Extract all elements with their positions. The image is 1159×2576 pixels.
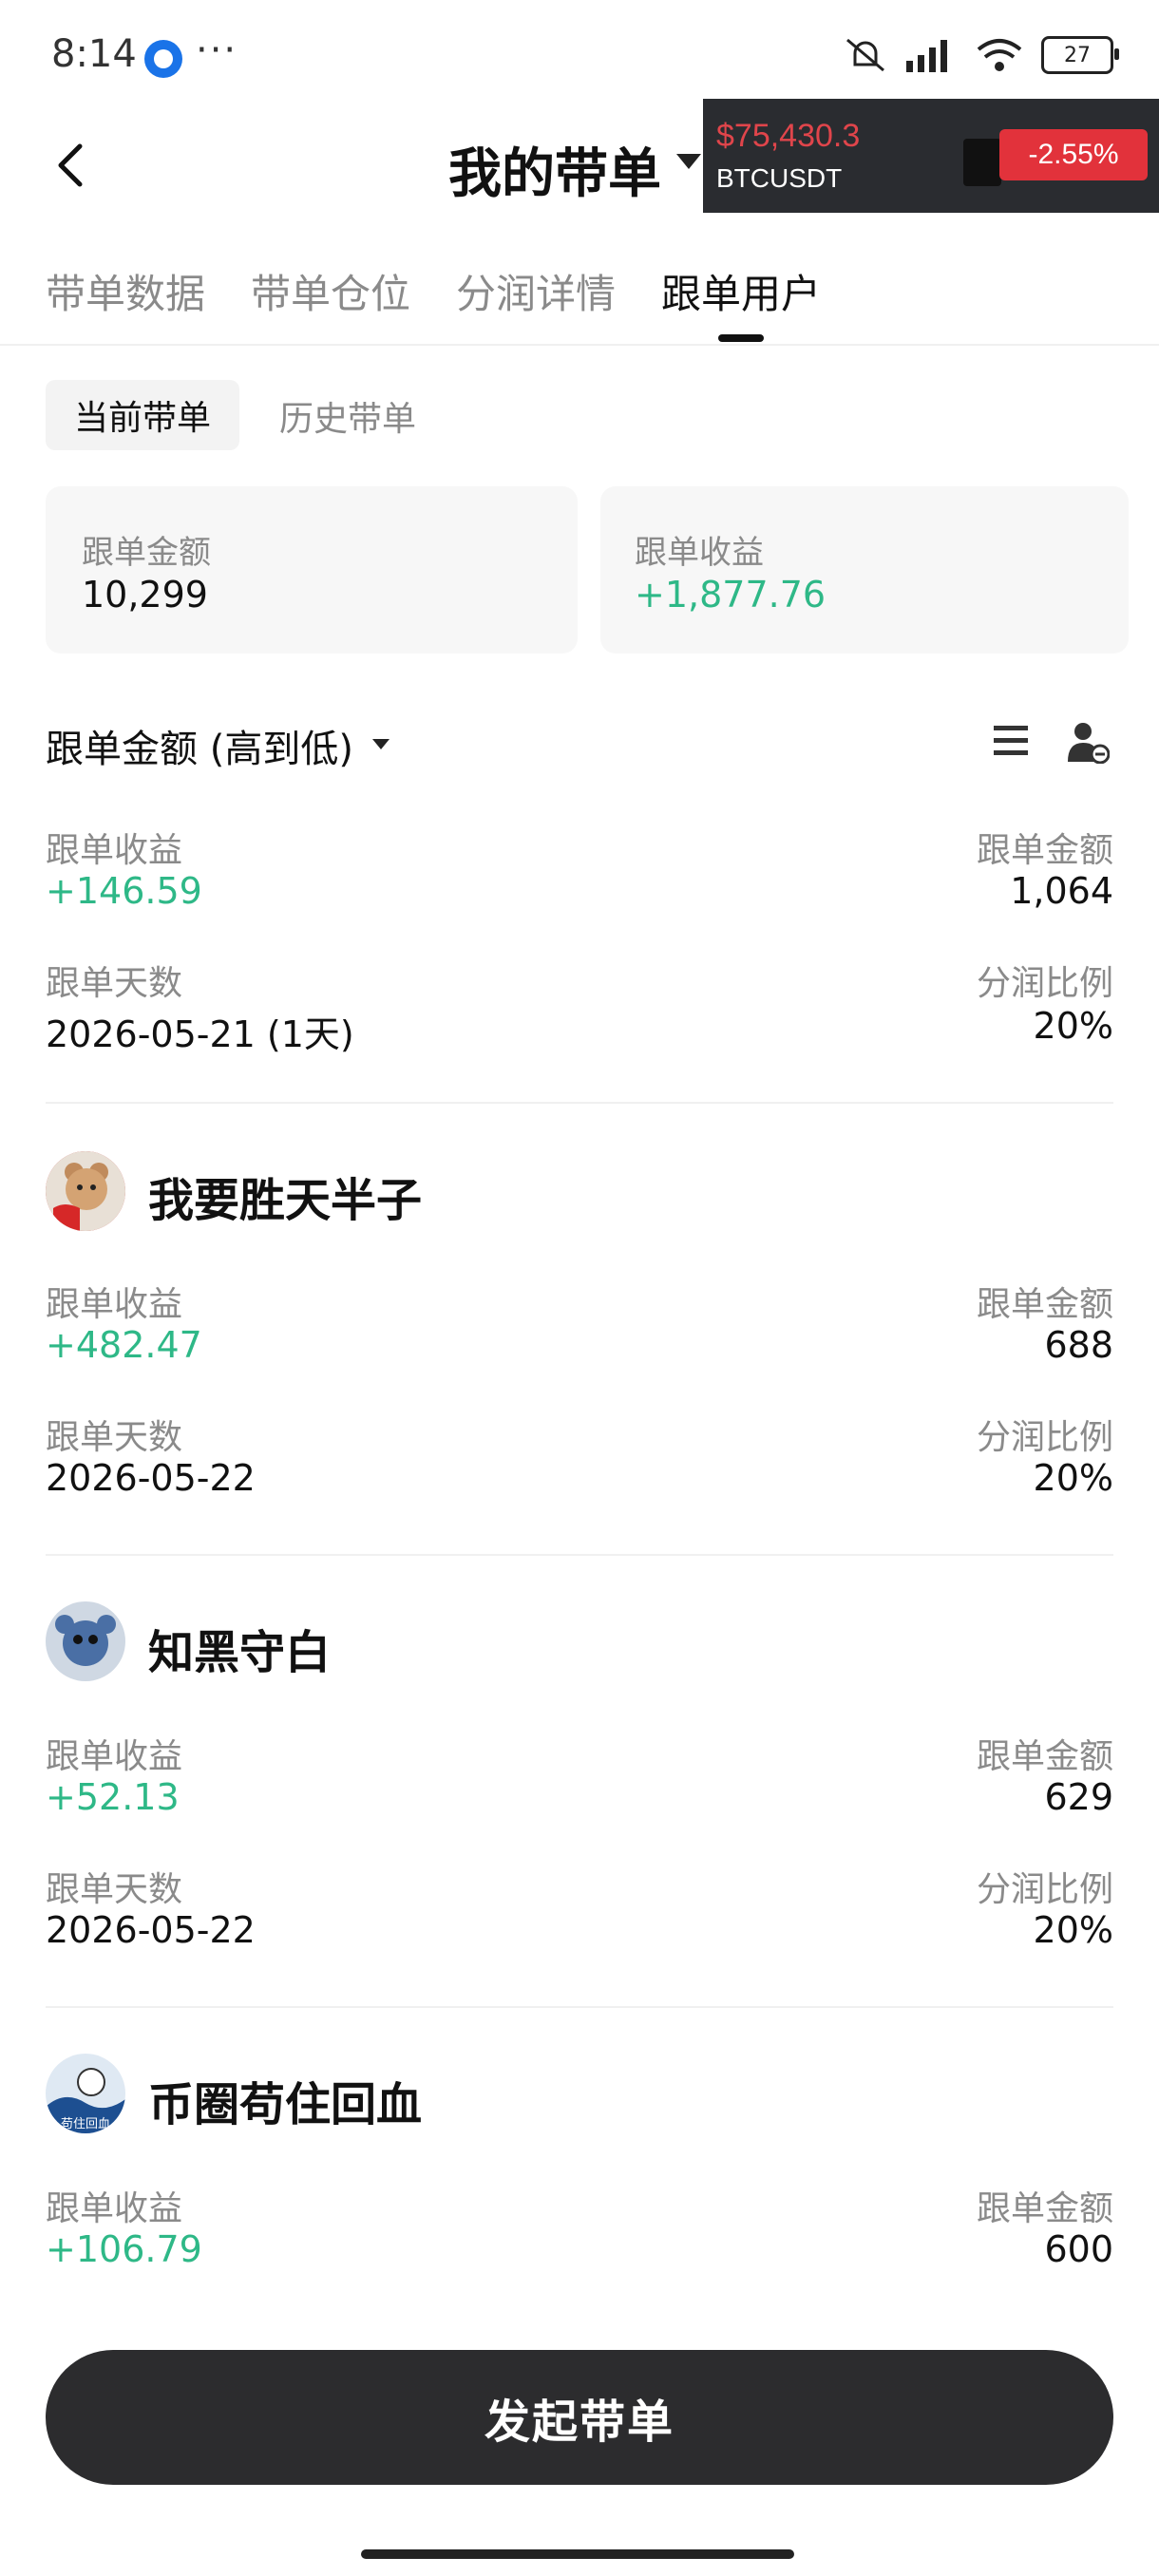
follower-profit-value: +106.79 — [46, 2228, 202, 2270]
person-manage-icon[interactable] — [1066, 720, 1110, 764]
signal-icon — [906, 40, 947, 72]
tab-follow-data[interactable]: 带单数据 — [46, 262, 205, 320]
follower-ratio-label: 分润比例 — [976, 1870, 1113, 1909]
follower-days-value: 2026-05-21 (1天) — [46, 1013, 354, 1055]
follower-name[interactable]: 我要胜天半子 — [148, 1163, 422, 1229]
follower-amount-label: 跟单金额 — [976, 1285, 1113, 1324]
follower-profit-label: 跟单收益 — [46, 1285, 183, 1324]
follower-amount-value: 688 — [1044, 1324, 1113, 1366]
tab-follow-positions[interactable]: 带单仓位 — [251, 262, 410, 320]
page-title[interactable]: 我的带单 — [448, 131, 661, 208]
app-notification-icon — [144, 40, 182, 78]
follower-ratio-value: 20% — [1033, 1457, 1113, 1499]
ticker-symbol: BTCUSDT — [716, 163, 843, 193]
list-divider — [46, 1554, 1113, 1556]
follower-days-label: 跟单天数 — [46, 964, 183, 1003]
list-view-icon[interactable] — [992, 724, 1030, 758]
follower-amount-value: 600 — [1044, 2228, 1113, 2270]
follower-amount-value: 629 — [1044, 1776, 1113, 1818]
back-arrow-icon[interactable] — [48, 141, 97, 190]
active-tab-indicator — [718, 334, 764, 342]
summary-profit-label: 跟单收益 — [635, 534, 764, 572]
status-icons: 27 — [844, 36, 1119, 74]
avatar[interactable]: 苟住回血 — [46, 2054, 125, 2133]
follower-ratio-value: 20% — [1033, 1005, 1113, 1047]
home-indicator[interactable] — [361, 2549, 794, 2559]
summary-amount-value: 10,299 — [82, 574, 208, 616]
follower-profit-value: +482.47 — [46, 1324, 202, 1366]
ticker-change-badge: -2.55% — [999, 129, 1148, 180]
ticker-price: $75,430.3 — [716, 118, 861, 154]
summary-amount-label: 跟单金额 — [82, 534, 211, 572]
follower-amount-label: 跟单金额 — [976, 831, 1113, 870]
avatar[interactable] — [46, 1151, 125, 1231]
follower-amount-value: 1,064 — [1010, 870, 1113, 912]
segment-history[interactable]: 历史带单 — [279, 391, 416, 441]
tab-profit-share[interactable]: 分润详情 — [456, 262, 616, 320]
title-dropdown-icon[interactable] — [676, 154, 701, 169]
follower-days-value: 2026-05-22 — [46, 1457, 256, 1499]
battery-icon: 27 — [1041, 36, 1119, 74]
follower-profit-value: +146.59 — [46, 870, 202, 912]
sort-dropdown-icon[interactable] — [372, 739, 390, 749]
follower-ratio-label: 分润比例 — [976, 1418, 1113, 1457]
follower-profit-label: 跟单收益 — [46, 1737, 183, 1776]
svg-text:苟住回血: 苟住回血 — [61, 2117, 110, 2131]
wifi-icon — [977, 39, 1022, 71]
tab-divider — [0, 344, 1159, 346]
follower-days-value: 2026-05-22 — [46, 1909, 256, 1951]
summary-profit-value: +1,877.76 — [635, 574, 826, 616]
follower-amount-label: 跟单金额 — [976, 2189, 1113, 2228]
follower-days-label: 跟单天数 — [46, 1870, 183, 1909]
follower-profit-label: 跟单收益 — [46, 831, 183, 870]
follower-profit-label: 跟单收益 — [46, 2189, 183, 2228]
start-copy-trading-button[interactable]: 发起带单 — [46, 2350, 1113, 2485]
follower-name[interactable]: 币圈苟住回血 — [148, 2067, 422, 2133]
ticker-book-icon — [963, 139, 1001, 186]
follower-ratio-value: 20% — [1033, 1909, 1113, 1951]
follower-name[interactable]: 知黑守白 — [148, 1615, 331, 1681]
list-divider — [46, 2006, 1113, 2008]
follower-ratio-label: 分润比例 — [976, 964, 1113, 1003]
mute-icon — [846, 38, 884, 72]
status-time: 8:14 — [51, 32, 137, 76]
tab-followers[interactable]: 跟单用户 — [661, 262, 821, 320]
follower-amount-label: 跟单金额 — [976, 1737, 1113, 1776]
avatar[interactable] — [46, 1601, 125, 1681]
segment-current[interactable]: 当前带单 — [46, 380, 239, 450]
follower-profit-value: +52.13 — [46, 1776, 180, 1818]
more-notifications-icon: ··· — [196, 28, 238, 72]
follower-days-label: 跟单天数 — [46, 1418, 183, 1457]
list-divider — [46, 1102, 1113, 1104]
sort-selector[interactable]: 跟单金额 (高到低) — [46, 718, 353, 773]
